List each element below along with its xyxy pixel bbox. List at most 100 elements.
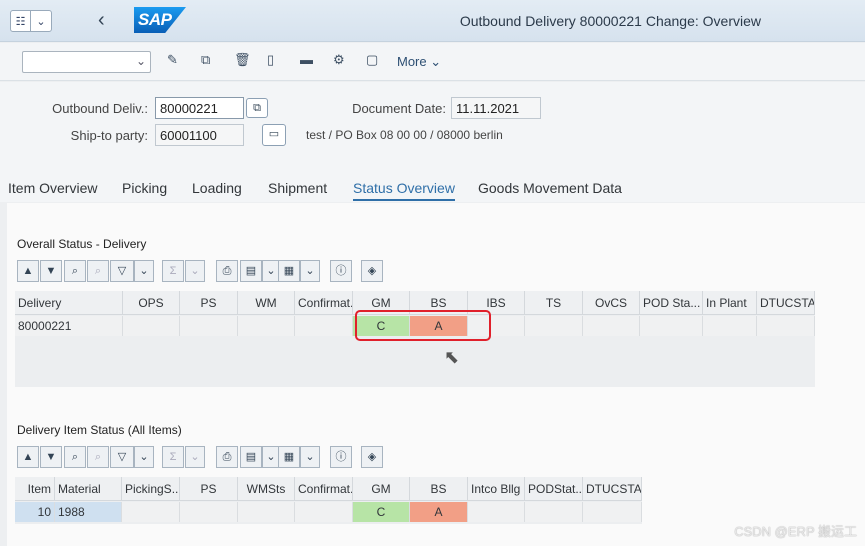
copy-value-icon[interactable]: ⧉: [246, 98, 268, 118]
print-icon[interactable]: ⎙: [216, 260, 238, 282]
column-header[interactable]: WM: [238, 291, 295, 315]
details-icon[interactable]: ⓘ: [330, 446, 352, 468]
document-date-label: Document Date:: [352, 101, 446, 116]
search-icon[interactable]: ⌕: [64, 260, 86, 282]
column-header[interactable]: DTUCSTA: [583, 477, 642, 501]
column-header[interactable]: PODStat...: [525, 477, 583, 501]
pod-status-cell[interactable]: [525, 502, 583, 522]
ps-cell[interactable]: [180, 502, 238, 522]
sort-descending-icon[interactable]: ▼: [40, 260, 62, 282]
item-cell[interactable]: 10: [15, 502, 55, 522]
ops-cell[interactable]: [123, 316, 180, 336]
wm-cell[interactable]: [238, 316, 295, 336]
picking-status-cell[interactable]: [122, 502, 180, 522]
print-icon[interactable]: ⎙: [216, 446, 238, 468]
column-header[interactable]: GM: [353, 477, 410, 501]
outbound-delivery-field[interactable]: 80000221: [155, 97, 244, 119]
column-header[interactable]: In Plant: [703, 291, 757, 315]
column-header[interactable]: Intco Bllg: [468, 477, 525, 501]
page-title: Outbound Delivery 80000221 Change: Overv…: [459, 13, 761, 29]
copy-icon[interactable]: ⧉: [201, 52, 210, 68]
details-icon[interactable]: ⓘ: [330, 260, 352, 282]
column-header[interactable]: PS: [180, 477, 238, 501]
export-icon[interactable]: ▤: [240, 446, 262, 468]
column-header[interactable]: Item: [15, 477, 55, 501]
delete-icon[interactable]: 🗑: [234, 52, 251, 68]
column-header[interactable]: POD Sta...: [640, 291, 703, 315]
chevron-down-icon[interactable]: ⌄: [185, 446, 205, 468]
watermark: CSDN @ERP 搬运工: [734, 524, 857, 539]
back-button[interactable]: ‹: [98, 9, 105, 32]
column-header[interactable]: PS: [180, 291, 238, 315]
chevron-down-icon[interactable]: ⌄: [300, 446, 320, 468]
column-header[interactable]: Confirmat.: [295, 477, 353, 501]
find-next-icon[interactable]: ⌕: [87, 260, 109, 282]
layout-icon[interactable]: ▦: [278, 446, 300, 468]
item-status-title: Delivery Item Status (All Items): [17, 423, 182, 437]
overall-status-title: Overall Status - Delivery: [17, 237, 147, 251]
confirmation-cell[interactable]: [295, 502, 353, 522]
column-header[interactable]: PickingS...: [122, 477, 180, 501]
delivery-cell[interactable]: 80000221: [15, 316, 123, 336]
menu-button[interactable]: ☷ ⌄: [10, 10, 52, 32]
chevron-down-icon[interactable]: ⌄: [134, 260, 154, 282]
sum-icon[interactable]: Σ: [162, 446, 184, 468]
column-header[interactable]: DTUCSTA: [757, 291, 815, 315]
ts-cell[interactable]: [525, 316, 583, 336]
sort-ascending-icon[interactable]: ▲: [17, 260, 39, 282]
pod-status-cell[interactable]: [640, 316, 703, 336]
sort-ascending-icon[interactable]: ▲: [17, 446, 39, 468]
outbound-delivery-label: Outbound Deliv.:: [52, 101, 148, 116]
in-plant-cell[interactable]: [703, 316, 757, 336]
sum-icon[interactable]: Σ: [162, 260, 184, 282]
wm-status-cell[interactable]: [238, 502, 295, 522]
column-header[interactable]: Confirmat.: [295, 291, 353, 315]
more-button[interactable]: More ⌄: [397, 54, 441, 70]
column-header[interactable]: BS: [410, 477, 468, 501]
graphic-icon[interactable]: ◈: [361, 446, 383, 468]
column-header[interactable]: Delivery: [15, 291, 123, 315]
settings-icon[interactable]: ⚙: [333, 52, 345, 68]
page-icon[interactable]: ▢: [366, 52, 378, 68]
chevron-down-icon[interactable]: ⌄: [134, 446, 154, 468]
dtucsta-cell[interactable]: [757, 316, 815, 336]
tab-item-overview[interactable]: Item Overview: [8, 180, 97, 196]
chevron-down-icon[interactable]: ⌄: [185, 260, 205, 282]
sort-descending-icon[interactable]: ▼: [40, 446, 62, 468]
column-header[interactable]: OPS: [123, 291, 180, 315]
ps-cell[interactable]: [180, 316, 238, 336]
confirmation-cell[interactable]: [295, 316, 353, 336]
chevron-down-icon[interactable]: ⌄: [300, 260, 320, 282]
graphic-icon[interactable]: ◈: [361, 260, 383, 282]
material-cell[interactable]: 1988: [55, 502, 122, 522]
address-card-icon[interactable]: ▭: [262, 124, 286, 146]
export-icon[interactable]: ▤: [240, 260, 262, 282]
ship-to-party-field[interactable]: 60001100: [155, 124, 244, 146]
ovcs-cell[interactable]: [583, 316, 640, 336]
tab-shipment[interactable]: Shipment: [268, 180, 327, 196]
column-header[interactable]: WMSts: [238, 477, 295, 501]
search-icon[interactable]: ⌕: [64, 446, 86, 468]
find-next-icon[interactable]: ⌕: [87, 446, 109, 468]
ship-to-party-label: Ship-to party:: [70, 128, 148, 143]
tab-goods-movement-data[interactable]: Goods Movement Data: [478, 180, 622, 196]
edit-toggle-icon[interactable]: ✎: [167, 52, 178, 68]
command-field[interactable]: ⌄: [22, 51, 151, 73]
ship-to-address: test / PO Box 08 00 00 / 08000 berlin: [306, 128, 503, 142]
document-icon[interactable]: ▯: [267, 52, 274, 68]
truck-icon[interactable]: ▬: [300, 52, 313, 67]
layout-icon[interactable]: ▦: [278, 260, 300, 282]
bs-status-cell[interactable]: A: [410, 502, 468, 522]
filter-icon[interactable]: ▽: [110, 260, 134, 282]
tab-loading[interactable]: Loading: [192, 180, 242, 196]
column-header[interactable]: Material: [55, 477, 122, 501]
tab-status-overview[interactable]: Status Overview: [353, 180, 455, 201]
filter-icon[interactable]: ▽: [110, 446, 134, 468]
tab-picking[interactable]: Picking: [122, 180, 167, 196]
document-date-field[interactable]: 11.11.2021: [451, 97, 541, 119]
column-header[interactable]: TS: [525, 291, 583, 315]
column-header[interactable]: OvCS: [583, 291, 640, 315]
intco-billing-cell[interactable]: [468, 502, 525, 522]
dtucsta-cell[interactable]: [583, 502, 642, 522]
gm-status-cell[interactable]: C: [353, 502, 410, 522]
